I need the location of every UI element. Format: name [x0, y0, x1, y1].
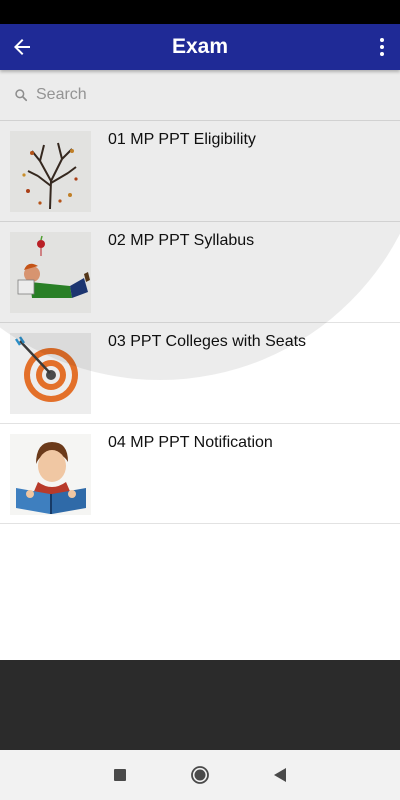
home-icon: [191, 766, 209, 784]
list-item[interactable]: 04 MP PPT Notification: [0, 423, 400, 524]
man-reading-book-image: [10, 434, 91, 515]
list-item-label: 04 MP PPT Notification: [108, 434, 273, 451]
content-area: 01 MP PPT Eligibility 02 MP PPT Sylla: [0, 70, 400, 660]
system-nav-bar: [0, 750, 400, 800]
exam-list: 01 MP PPT Eligibility 02 MP PPT Syllabus…: [0, 120, 400, 524]
app-bar: Exam: [0, 24, 400, 70]
status-bar: [0, 0, 400, 24]
list-item[interactable]: 01 MP PPT Eligibility: [0, 120, 400, 221]
list-item-label: 01 MP PPT Eligibility: [108, 131, 256, 148]
autumn-tree-image: [10, 131, 91, 212]
page-title: Exam: [171, 35, 229, 58]
list-item[interactable]: 02 MP PPT Syllabus: [0, 221, 400, 322]
arrow-left-icon: [14, 39, 30, 55]
nav-back-button[interactable]: [265, 760, 295, 790]
overflow-menu-button[interactable]: [364, 24, 400, 70]
list-item[interactable]: 03 PPT Colleges with Seats: [0, 322, 400, 423]
recent-apps-icon: [114, 769, 126, 781]
target-arrow-image: [10, 333, 91, 414]
student-reading-image: [10, 232, 91, 313]
list-item-label: 02 MP PPT Syllabus: [108, 232, 255, 249]
thumbnail: [10, 131, 91, 212]
more-vert-icon: [380, 38, 384, 56]
search-bar[interactable]: [0, 70, 400, 120]
footer-panel: [0, 660, 400, 750]
thumbnail: [10, 232, 91, 313]
search-input[interactable]: [34, 85, 358, 105]
list-item-label: 03 PPT Colleges with Seats: [108, 333, 307, 350]
search-icon: [15, 89, 28, 102]
home-button[interactable]: [185, 760, 215, 790]
thumbnail: [10, 333, 91, 414]
recent-apps-button[interactable]: [105, 760, 135, 790]
thumbnail: [10, 434, 91, 515]
back-triangle-icon: [274, 768, 286, 782]
back-button[interactable]: [0, 24, 44, 70]
